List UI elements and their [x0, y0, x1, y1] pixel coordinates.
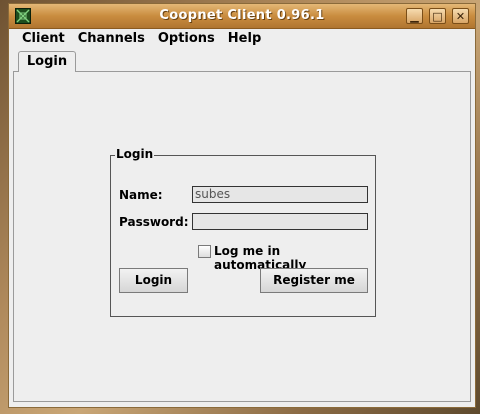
menu-client[interactable]: Client [18, 31, 69, 46]
auto-login-checkbox[interactable] [198, 245, 211, 258]
login-group-title: Login [115, 147, 155, 161]
menu-help[interactable]: Help [224, 31, 265, 46]
app-window: Coopnet Client 0.96.1 ▁ □ ✕ Client Chann… [8, 3, 476, 408]
maximize-icon: □ [432, 9, 443, 23]
login-button[interactable]: Login [119, 268, 188, 293]
minimize-button[interactable]: ▁ [406, 8, 423, 24]
register-button[interactable]: Register me [260, 268, 368, 293]
name-label: Name: [119, 188, 163, 202]
password-field[interactable] [192, 213, 368, 230]
minimize-icon: ▁ [410, 9, 419, 23]
close-icon: ✕ [455, 9, 466, 23]
menu-bar: Client Channels Options Help [9, 29, 475, 48]
menu-options[interactable]: Options [154, 31, 219, 46]
maximize-button[interactable]: □ [429, 8, 446, 24]
menu-channels[interactable]: Channels [74, 31, 149, 46]
title-bar[interactable]: Coopnet Client 0.96.1 ▁ □ ✕ [9, 4, 475, 29]
close-button[interactable]: ✕ [452, 8, 469, 24]
name-field[interactable]: subes [192, 186, 368, 203]
password-label: Password: [119, 215, 189, 229]
tab-login[interactable]: Login [18, 51, 76, 72]
login-group-box: Login Name: subes Password: Log me in au… [110, 147, 376, 317]
